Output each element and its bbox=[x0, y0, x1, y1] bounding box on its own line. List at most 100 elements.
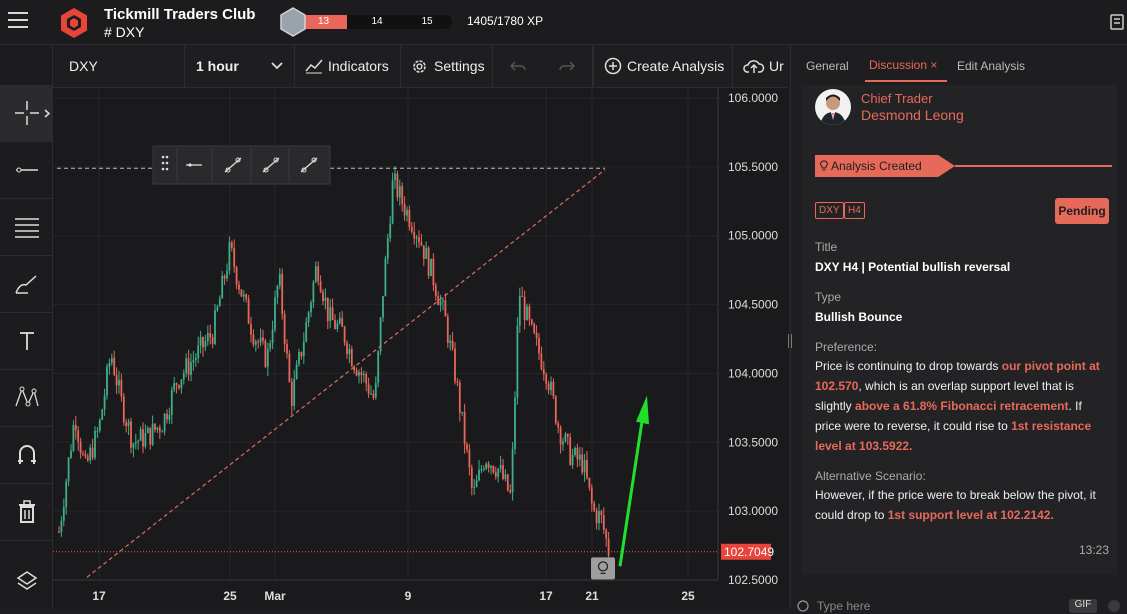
menu-icon[interactable] bbox=[8, 12, 28, 30]
tab-edit-analysis[interactable]: Edit Analysis bbox=[957, 59, 1025, 73]
candle-body bbox=[535, 332, 538, 339]
candle-body bbox=[72, 424, 75, 451]
candle bbox=[158, 424, 161, 440]
pattern-tool[interactable] bbox=[0, 370, 53, 427]
candle-body bbox=[173, 383, 176, 390]
analysis-card: Chief Trader Desmond Leong Analysis Crea… bbox=[801, 85, 1117, 575]
candle bbox=[317, 261, 320, 286]
create-analysis-label: Create Analysis bbox=[627, 58, 725, 74]
candle bbox=[108, 358, 111, 375]
panel-resize-handle[interactable] bbox=[787, 334, 793, 348]
candle bbox=[137, 439, 140, 450]
checklist-icon[interactable] bbox=[1110, 14, 1124, 30]
candle bbox=[130, 417, 132, 454]
candle bbox=[218, 295, 221, 307]
candle-body bbox=[439, 301, 442, 306]
candle-body bbox=[175, 383, 178, 385]
candle-body bbox=[137, 440, 140, 443]
delete-tool[interactable] bbox=[0, 484, 53, 541]
candle-body bbox=[158, 427, 161, 432]
upload-button[interactable]: Ur bbox=[733, 45, 788, 87]
candle bbox=[190, 353, 192, 382]
candle-body bbox=[269, 343, 272, 349]
symbol-field[interactable]: DXY bbox=[53, 45, 185, 87]
candle-body bbox=[199, 337, 202, 346]
candle bbox=[523, 290, 526, 330]
tab-general[interactable]: General bbox=[806, 59, 849, 73]
candle-body bbox=[516, 325, 519, 398]
candle bbox=[415, 234, 418, 248]
candle bbox=[331, 298, 334, 321]
emoji-icon[interactable] bbox=[797, 600, 809, 612]
candle bbox=[341, 311, 344, 327]
text-tool[interactable] bbox=[0, 313, 53, 370]
candle bbox=[312, 280, 315, 309]
layers-tool[interactable] bbox=[0, 552, 53, 609]
candle-body bbox=[403, 203, 406, 216]
settings-button[interactable]: Settings bbox=[401, 45, 493, 87]
candle bbox=[410, 221, 413, 235]
candle bbox=[403, 196, 406, 221]
candle-body bbox=[581, 454, 584, 473]
chevron-right-icon[interactable] bbox=[44, 109, 50, 118]
candle-body bbox=[475, 480, 478, 488]
tab-discussion[interactable]: Discussion × bbox=[869, 58, 937, 72]
candle bbox=[562, 437, 564, 451]
candle-body bbox=[607, 538, 610, 556]
indicators-button[interactable]: Indicators bbox=[295, 45, 401, 87]
candle bbox=[62, 498, 65, 527]
magnet-tool[interactable] bbox=[0, 427, 53, 484]
candle-body bbox=[343, 326, 346, 343]
gif-button[interactable]: GIF bbox=[1069, 599, 1097, 613]
candle bbox=[134, 433, 137, 450]
candle bbox=[574, 446, 576, 457]
xp-level-current: 13 bbox=[300, 15, 347, 29]
candle-body bbox=[266, 348, 269, 367]
pattern-icon bbox=[14, 386, 39, 407]
close-icon[interactable]: × bbox=[930, 58, 937, 72]
candle-body bbox=[70, 450, 72, 458]
candle bbox=[326, 297, 329, 330]
candle-body bbox=[216, 306, 219, 311]
candle bbox=[434, 282, 437, 301]
candle bbox=[214, 303, 216, 346]
trader-name[interactable]: Desmond Leong bbox=[861, 107, 964, 123]
timeframe-label: 1 hour bbox=[196, 58, 239, 74]
message-input[interactable]: Type here bbox=[817, 599, 870, 613]
candle bbox=[154, 423, 156, 433]
candle bbox=[168, 407, 171, 424]
candle bbox=[209, 324, 212, 345]
horizontal-line-tool[interactable] bbox=[0, 142, 53, 199]
chevron-down-icon bbox=[271, 62, 283, 70]
candle bbox=[542, 361, 545, 381]
candle-body bbox=[490, 465, 492, 468]
candle bbox=[451, 331, 454, 351]
candle-body bbox=[540, 353, 543, 370]
timeframe-select[interactable]: 1 hour bbox=[185, 45, 295, 87]
redo-icon[interactable] bbox=[559, 60, 576, 72]
candle bbox=[516, 317, 519, 405]
candle bbox=[533, 322, 536, 335]
brush-tool[interactable] bbox=[0, 256, 53, 313]
candle bbox=[444, 293, 447, 317]
candle-body bbox=[154, 423, 156, 430]
attach-icon[interactable] bbox=[1107, 599, 1121, 613]
candle-body bbox=[571, 455, 574, 465]
candle bbox=[274, 290, 276, 333]
crosshair-tool[interactable] bbox=[0, 85, 53, 142]
candle bbox=[106, 363, 108, 400]
tickmill-logo bbox=[61, 8, 87, 38]
create-analysis-button[interactable]: Create Analysis bbox=[593, 45, 733, 87]
candle bbox=[319, 275, 322, 294]
chart-canvas[interactable]: 106.0000 105.5000 105.0000 104.5000 104.0000… bbox=[53, 88, 788, 609]
price-chart[interactable]: 106.0000 105.5000 105.0000 104.5000 104.0000… bbox=[53, 88, 788, 609]
candle-body bbox=[257, 341, 260, 343]
fib-tool[interactable] bbox=[0, 199, 53, 256]
undo-icon[interactable] bbox=[509, 60, 526, 72]
candle-body bbox=[569, 437, 572, 465]
candle bbox=[384, 255, 387, 297]
candle bbox=[278, 267, 281, 290]
candle-body bbox=[451, 340, 454, 349]
candle-body bbox=[408, 209, 411, 227]
candle-body bbox=[492, 465, 495, 473]
